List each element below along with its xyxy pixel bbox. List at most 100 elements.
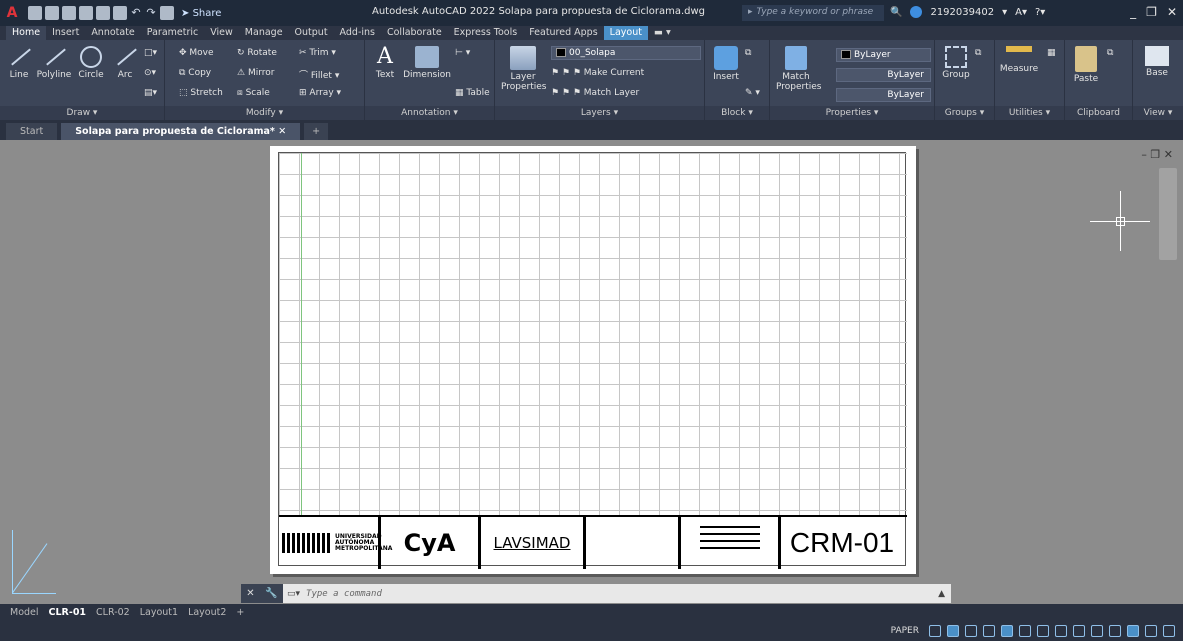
isodraft-icon[interactable] <box>1019 624 1031 637</box>
group-button[interactable]: Group <box>941 46 971 80</box>
tab-add-ins[interactable]: Add-ins <box>334 26 381 40</box>
modify-panel-label[interactable]: Modify ▾ <box>165 106 364 120</box>
base-button[interactable]: Base <box>1139 46 1175 78</box>
user-id[interactable]: 2192039402 <box>930 7 994 18</box>
user-icon[interactable] <box>910 6 923 18</box>
trim-button[interactable]: ✂ Trim ▾ <box>299 48 336 58</box>
autodesk-a360-icon[interactable]: A▾ <box>1015 7 1027 18</box>
tab-layout[interactable]: Layout <box>603 26 648 40</box>
customize-icon[interactable]: 🔧 <box>265 588 277 599</box>
copy-clip-icon[interactable]: ⧉ <box>1107 48 1113 58</box>
annotation-scale-icon[interactable] <box>1037 624 1049 637</box>
groups-panel-label[interactable]: Groups ▾ <box>935 106 994 120</box>
tab-collaborate[interactable]: Collaborate <box>381 26 448 40</box>
properties-panel-label[interactable]: Properties ▾ <box>770 106 934 120</box>
save-icon[interactable] <box>62 6 76 20</box>
redo-icon[interactable]: ↷ <box>145 6 157 20</box>
hatch-icon[interactable]: ⊙▾ <box>144 68 156 78</box>
layers-panel-label[interactable]: Layers ▾ <box>495 106 704 120</box>
calculator-icon[interactable]: ▦ <box>1047 48 1056 58</box>
close-tab-icon[interactable]: ✕ <box>278 126 286 137</box>
restore-icon[interactable]: ❐ <box>1146 5 1157 19</box>
tab-manage[interactable]: Manage <box>239 26 289 40</box>
rectangle-icon[interactable]: □▾ <box>144 48 157 58</box>
customize-menu-icon[interactable] <box>1163 624 1175 637</box>
command-history-icon[interactable]: ▭▾ <box>283 589 300 599</box>
app-logo[interactable]: A <box>0 0 24 26</box>
paste-button[interactable]: Paste <box>1071 46 1101 84</box>
rotate-button[interactable]: ↻ Rotate <box>237 48 277 58</box>
tab-active-document[interactable]: Solapa para propuesta de Ciclorama* ✕ <box>61 123 301 140</box>
new-tab-icon[interactable]: + <box>304 123 329 140</box>
print-icon[interactable] <box>113 6 127 20</box>
command-input[interactable]: Type a command <box>300 589 938 599</box>
workspace-gear-icon[interactable] <box>1073 624 1085 637</box>
table-button[interactable]: ▦ Table <box>455 88 490 98</box>
match-layer-button[interactable]: ⚑ ⚑ ⚑ Match Layer <box>551 88 639 98</box>
plus-icon[interactable] <box>1091 624 1103 637</box>
undo-icon[interactable]: ↶ <box>130 6 142 20</box>
isolate-icon[interactable] <box>1109 624 1121 637</box>
utilities-panel-label[interactable]: Utilities ▾ <box>995 106 1064 120</box>
make-current-button[interactable]: ⚑ ⚑ ⚑ Make Current <box>551 68 644 78</box>
edit-block-icon[interactable]: ✎ ▾ <box>745 88 760 98</box>
viewport-controls[interactable]: – ❐ ✕ <box>1141 148 1173 161</box>
space-toggle[interactable]: PAPER <box>891 626 919 636</box>
snap-grid-icon[interactable] <box>929 624 941 637</box>
annotation-visibility-icon[interactable] <box>1055 624 1067 637</box>
search-icon[interactable]: 🔍 <box>890 7 902 18</box>
workspace-icon[interactable] <box>160 6 174 20</box>
tab-insert[interactable]: Insert <box>46 26 85 40</box>
search-input[interactable]: ▸ Type a keyword or phrase <box>742 5 884 21</box>
insert-button[interactable]: Insert <box>711 46 741 82</box>
move-button[interactable]: ✥ Move <box>179 48 214 58</box>
tab-clr-01[interactable]: CLR-01 <box>49 607 87 618</box>
tab-model[interactable]: Model <box>10 607 39 618</box>
tab-clr-02[interactable]: CLR-02 <box>96 607 130 618</box>
navigation-bar[interactable] <box>1159 168 1177 260</box>
clean-screen-icon[interactable] <box>1145 624 1157 637</box>
gradient-icon[interactable]: ▤▾ <box>144 88 157 98</box>
draw-panel-label[interactable]: Draw ▾ <box>0 106 164 120</box>
scale-button[interactable]: ⧈ Scale <box>237 88 270 98</box>
hardware-acceleration-icon[interactable] <box>1127 624 1139 637</box>
web-open-icon[interactable] <box>96 6 110 20</box>
circle-button[interactable]: Circle <box>76 46 106 80</box>
layer-properties-button[interactable]: Layer Properties <box>501 46 546 92</box>
add-layout-icon[interactable]: + <box>236 607 244 618</box>
copy-button[interactable]: ⧉ Copy <box>179 68 211 78</box>
fillet-button[interactable]: ⌒ Fillet ▾ <box>299 68 339 81</box>
cart-icon[interactable]: ▾ <box>1002 7 1007 18</box>
stretch-button[interactable]: ⬚ Stretch <box>179 88 223 98</box>
lineweight-select[interactable]: ByLayer <box>836 88 931 102</box>
close-icon[interactable]: ✕ <box>1167 5 1177 19</box>
polyline-button[interactable]: Polyline <box>36 46 72 80</box>
linetype-select[interactable]: ByLayer <box>836 68 931 82</box>
new-icon[interactable] <box>28 6 42 20</box>
save-as-icon[interactable] <box>79 6 93 20</box>
video-icon[interactable]: ▬ ▾ <box>648 26 677 40</box>
measure-button[interactable]: Measure <box>999 46 1039 74</box>
text-button[interactable]: A Text <box>371 46 399 81</box>
tab-layout1[interactable]: Layout1 <box>140 607 178 618</box>
view-panel-label[interactable]: View ▾ <box>1133 106 1183 120</box>
tab-start[interactable]: Start <box>6 123 58 140</box>
color-select[interactable]: ByLayer <box>836 48 931 62</box>
annotation-panel-label[interactable]: Annotation ▾ <box>365 106 494 120</box>
tab-featured-apps[interactable]: Featured Apps <box>523 26 603 40</box>
dimension-button[interactable]: Dimension <box>403 46 451 80</box>
ortho-icon[interactable] <box>965 624 977 637</box>
array-button[interactable]: ⊞ Array ▾ <box>299 88 341 98</box>
match-properties-button[interactable]: Match Properties <box>776 46 821 92</box>
block-panel-label[interactable]: Block ▾ <box>705 106 769 120</box>
tab-express-tools[interactable]: Express Tools <box>448 26 524 40</box>
mirror-button[interactable]: ⚠ Mirror <box>237 68 274 78</box>
infer-icon[interactable] <box>947 624 959 637</box>
clipboard-panel-label[interactable]: Clipboard <box>1065 106 1132 120</box>
ungroup-icon[interactable]: ⧉ <box>975 48 981 58</box>
tab-annotate[interactable]: Annotate <box>85 26 140 40</box>
command-expand-icon[interactable]: ▲ <box>938 589 951 599</box>
help-icon[interactable]: ?▾ <box>1035 7 1045 18</box>
tab-parametric[interactable]: Parametric <box>141 26 204 40</box>
share-button[interactable]: ➤ Share <box>181 8 221 19</box>
